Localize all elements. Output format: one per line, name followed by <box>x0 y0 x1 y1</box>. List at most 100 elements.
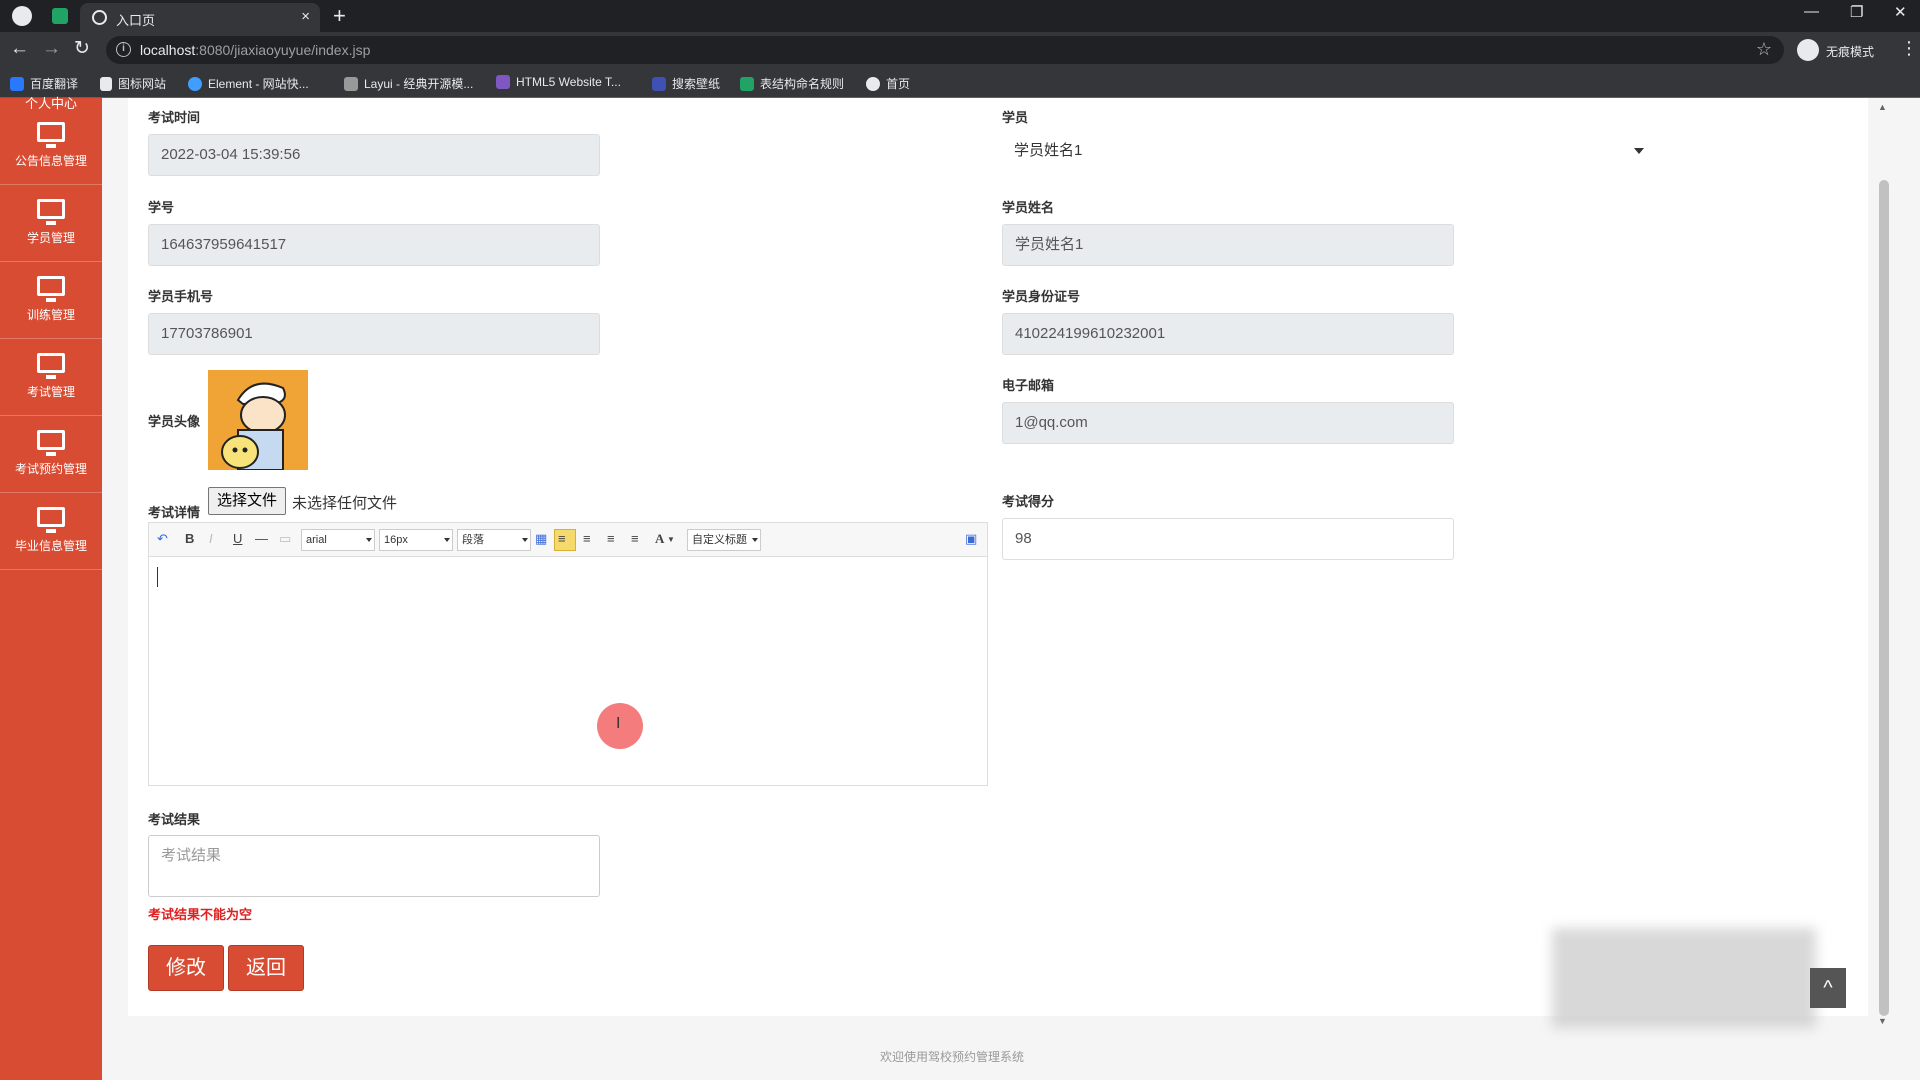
font-color-button[interactable]: A <box>655 531 664 547</box>
blurred-watermark <box>1552 928 1816 1028</box>
chevron-down-icon <box>366 538 372 542</box>
bookmark-star-icon[interactable]: ☆ <box>1756 39 1772 60</box>
bookmark-item[interactable]: 图标网站 <box>100 75 166 92</box>
chevron-down-icon <box>444 538 450 542</box>
url-host: localhost <box>140 42 196 58</box>
browser-menu-icon[interactable]: ⋮ <box>1900 38 1918 59</box>
align-left-icon: ≡ <box>558 531 566 546</box>
flag-icon <box>100 77 112 91</box>
active-tab[interactable]: 入口页 × <box>80 3 320 32</box>
minimize-icon[interactable]: — <box>1804 3 1819 20</box>
sidebar-item-graduation[interactable]: 毕业信息管理 <box>0 493 102 570</box>
email-field[interactable]: 1@qq.com <box>1002 402 1454 444</box>
back-icon[interactable]: ← <box>10 38 29 60</box>
sidebar-item-training[interactable]: 训练管理 <box>0 262 102 339</box>
back-to-top-button[interactable]: ^ <box>1810 968 1846 1008</box>
url-path: :8080/jiaxiaoyuyue/index.jsp <box>195 42 371 58</box>
scroll-up-icon[interactable]: ▲ <box>1878 102 1887 112</box>
submit-button[interactable]: 修改 <box>148 945 224 991</box>
avatar-label: 学员头像 <box>148 414 201 429</box>
monitor-icon <box>37 276 65 302</box>
align-right-icon[interactable]: ≡ <box>607 531 615 546</box>
student-name-label: 学员姓名 <box>1002 200 1055 215</box>
reload-icon[interactable]: ↻ <box>74 38 90 60</box>
student-avatar <box>208 370 308 470</box>
layui-logo-icon <box>344 77 358 91</box>
chevron-down-icon <box>522 538 528 542</box>
sheet-logo-icon <box>740 77 754 91</box>
sidebar-item-students[interactable]: 学员管理 <box>0 185 102 262</box>
result-textarea[interactable]: 考试结果 <box>148 835 600 897</box>
scroll-down-icon[interactable]: ▼ <box>1878 1016 1887 1026</box>
close-tab-icon[interactable]: × <box>301 8 310 25</box>
table-icon[interactable]: ▦ <box>535 531 547 547</box>
phone-label: 学员手机号 <box>148 289 214 304</box>
horizontal-rule-button[interactable]: — <box>255 531 268 546</box>
bookmark-item[interactable]: Element - 网站快... <box>188 75 309 92</box>
bookmark-item[interactable]: 搜索壁纸 <box>652 75 720 92</box>
monitor-icon <box>37 199 65 225</box>
main-content: 考试时间 2022-03-04 15:39:56 学号 164637959641… <box>102 98 1920 1080</box>
monitor-icon <box>37 353 65 379</box>
tab-title: 入口页 <box>116 13 156 28</box>
new-tab-button[interactable]: + <box>333 3 346 29</box>
align-center-icon[interactable]: ≡ <box>583 531 591 546</box>
pinned-tab-icon[interactable] <box>52 8 68 24</box>
forward-icon[interactable]: → <box>42 38 61 60</box>
sidebar-item-exam-booking[interactable]: 考试预约管理 <box>0 416 102 493</box>
font-family-select[interactable]: arial <box>301 529 375 551</box>
student-no-field[interactable]: 164637959641517 <box>148 224 600 266</box>
page-footer: 欢迎使用驾校预约管理系统 <box>879 1050 1024 1064</box>
student-name-field[interactable]: 学员姓名1 <box>1002 224 1454 266</box>
bookmark-item[interactable]: 百度翻译 <box>10 75 78 92</box>
font-size-select[interactable]: 16px <box>379 529 453 551</box>
underline-button[interactable]: U <box>233 531 242 546</box>
back-button[interactable]: 返回 <box>228 945 304 991</box>
score-label: 考试得分 <box>1002 494 1055 509</box>
browser-toolbar: ← → ↻ i localhost:8080/jiaxiaoyuyue/inde… <box>0 32 1920 68</box>
chevron-down-icon <box>1634 148 1644 154</box>
bold-button[interactable]: B <box>185 531 194 546</box>
file-status: 未选择任何文件 <box>292 495 398 512</box>
fullscreen-icon[interactable]: ▣ <box>965 531 977 547</box>
italic-button[interactable]: I <box>209 531 213 546</box>
clear-format-icon[interactable]: ▭ <box>279 531 291 547</box>
bookmark-favicon-icon <box>10 77 24 91</box>
phone-field[interactable]: 17703786901 <box>148 313 600 355</box>
browser-logo-icon[interactable] <box>12 6 32 26</box>
form-panel: 考试时间 2022-03-04 15:39:56 学号 164637959641… <box>128 98 1868 1016</box>
wallpaper-logo-icon <box>652 77 666 91</box>
html5-logo-icon <box>496 75 510 89</box>
choose-file-button[interactable]: 选择文件 <box>208 487 287 515</box>
cartoon-avatar-icon <box>208 370 308 470</box>
sidebar-item-exams[interactable]: 考试管理 <box>0 339 102 416</box>
undo-icon[interactable]: ↶ <box>157 531 168 547</box>
bookmark-item[interactable]: Layui - 经典开源模... <box>344 75 473 92</box>
restore-icon[interactable]: ❐ <box>1850 3 1863 21</box>
chevron-down-icon[interactable]: ▼ <box>667 535 675 544</box>
student-label: 学员 <box>1002 110 1029 125</box>
incognito-label: 无痕模式 <box>1826 45 1875 59</box>
custom-title-select[interactable]: 自定义标题 <box>687 529 761 551</box>
address-bar[interactable]: i localhost:8080/jiaxiaoyuyue/index.jsp … <box>106 36 1784 64</box>
chevron-down-icon <box>752 538 758 542</box>
paragraph-select[interactable]: 段落 <box>457 529 531 551</box>
bookmark-item[interactable]: 首页 <box>866 75 910 92</box>
scrollbar-thumb[interactable] <box>1879 180 1889 1016</box>
incognito-icon[interactable] <box>1797 39 1819 61</box>
bookmark-item[interactable]: HTML5 Website T... <box>496 75 621 89</box>
monitor-icon <box>37 430 65 456</box>
id-card-field[interactable]: 410224199610232001 <box>1002 313 1454 355</box>
sidebar-item-notices[interactable]: 公告信息管理 <box>0 108 102 185</box>
detail-label: 考试详情 <box>148 505 201 520</box>
bookmark-item[interactable]: 表结构命名规则 <box>740 75 844 92</box>
site-info-icon[interactable]: i <box>116 42 131 57</box>
student-select[interactable]: 学员姓名1 <box>1002 132 1654 170</box>
window-close-icon[interactable]: ✕ <box>1894 3 1907 21</box>
rich-text-editor[interactable]: ↶ B I U — ▭ arial 16px 段落 ▦ ≡ ≡ ≡ ≡ A ▼ … <box>148 522 988 786</box>
score-field[interactable]: 98 <box>1002 518 1454 560</box>
id-card-label: 学员身份证号 <box>1002 289 1081 304</box>
align-justify-icon[interactable]: ≡ <box>631 531 639 546</box>
exam-time-field[interactable]: 2022-03-04 15:39:56 <box>148 134 600 176</box>
bookmarks-bar: 百度翻译 图标网站 Element - 网站快... Layui - 经典开源模… <box>0 68 1920 98</box>
